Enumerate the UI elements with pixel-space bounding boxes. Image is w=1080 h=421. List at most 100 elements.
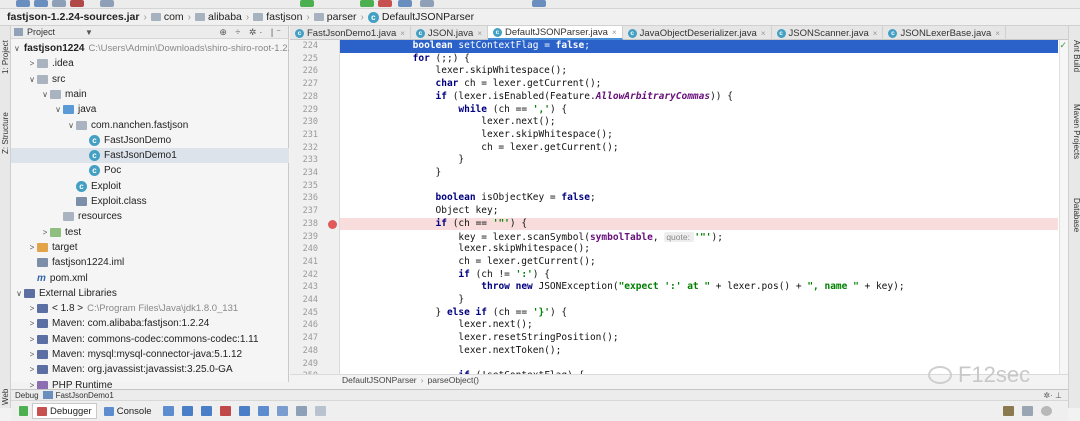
toolbar-button-icon[interactable]: [70, 0, 84, 7]
chevron-down-icon[interactable]: ∨: [40, 90, 50, 99]
tree-node[interactable]: c Poc: [11, 163, 289, 178]
chevron-right-icon[interactable]: >: [27, 350, 37, 359]
evaluate-expression-icon[interactable]: [295, 406, 307, 416]
code-line[interactable]: ch = lexer.getCurrent();: [340, 142, 1058, 155]
code-line[interactable]: Object key;: [340, 205, 1058, 218]
breadcrumb-item[interactable]: parser: [311, 9, 360, 26]
code-line[interactable]: lexer.next();: [340, 319, 1058, 332]
breakpoint-icon[interactable]: [328, 219, 337, 229]
code-line[interactable]: [340, 180, 1058, 193]
tool-tab-structure[interactable]: Z: Structure: [0, 98, 11, 168]
code-line[interactable]: lexer.nextToken();: [340, 345, 1058, 358]
code-line[interactable]: }: [340, 294, 1058, 307]
tree-node[interactable]: resources: [11, 209, 289, 224]
breadcrumb-class[interactable]: DefaultJSONParser: [342, 375, 417, 385]
toolbar-button-icon[interactable]: [16, 0, 30, 7]
project-panel-title[interactable]: Project: [27, 27, 55, 37]
breadcrumb-item[interactable]: com: [148, 9, 187, 26]
tree-node[interactable]: > test: [11, 225, 289, 240]
editor-tab[interactable]: c DefaultJSONParser.java ×: [487, 26, 623, 40]
tree-node[interactable]: fastjson1224.iml: [11, 255, 289, 270]
close-icon[interactable]: ×: [761, 29, 766, 38]
code-line[interactable]: lexer.next();: [340, 116, 1058, 129]
tree-node[interactable]: ∨ fastjson1224 C:\Users\Admin\Downloads\sh…: [11, 41, 289, 56]
chevron-down-icon[interactable]: ∨: [14, 289, 24, 298]
code-line[interactable]: }: [340, 167, 1058, 180]
tree-node[interactable]: ∨ External Libraries: [11, 286, 289, 301]
tree-node[interactable]: ∨ com.nanchen.fastjson: [11, 118, 289, 133]
tool-tab-web[interactable]: Web: [0, 388, 11, 406]
tree-node[interactable]: > Maven: commons-codec:commons-codec:1.11: [11, 332, 289, 347]
code-line[interactable]: lexer.skipWhitespace();: [340, 243, 1058, 256]
toolbar-button-icon[interactable]: [420, 0, 434, 7]
chevron-right-icon[interactable]: >: [27, 304, 37, 313]
debug-config-name[interactable]: FastJsonDemo1: [56, 391, 114, 400]
toolbar-button-icon[interactable]: [100, 0, 114, 7]
tool-tab-maven-projects[interactable]: Maven Projects: [1070, 104, 1080, 159]
layout-icon[interactable]: [1003, 406, 1014, 416]
breadcrumb-item[interactable]: alibaba: [192, 9, 245, 26]
editor-gutter[interactable]: 224 225 226 227 228 229 230 231 232 233 234 235 236 2…: [290, 40, 340, 374]
breadcrumb-item[interactable]: fastjson-1.2.24-sources.jar: [4, 9, 142, 26]
breadcrumb-item[interactable]: fastjson: [250, 9, 305, 26]
toolbar-button-icon[interactable]: [398, 0, 412, 7]
close-icon[interactable]: ×: [477, 29, 482, 38]
error-stripe[interactable]: ✓: [1059, 40, 1068, 374]
tool-tab-ant-build[interactable]: Ant Build: [1070, 40, 1080, 72]
chevron-right-icon[interactable]: >: [27, 243, 37, 252]
panel-tools[interactable]: ⊕ ÷ ✲· |⁻: [219, 27, 288, 38]
tree-node[interactable]: > < 1.8 > C:\Program Files\Java\jdk1.8.0_1…: [11, 301, 289, 316]
show-execution-point-icon[interactable]: [162, 406, 174, 416]
settings-icon[interactable]: [1041, 406, 1052, 416]
drop-frame-icon[interactable]: [257, 406, 269, 416]
tree-node[interactable]: > target: [11, 240, 289, 255]
chevron-down-icon[interactable]: ▼: [85, 28, 93, 37]
editor-tab[interactable]: c FastJsonDemo1.java ×: [290, 26, 411, 40]
tool-tab-project[interactable]: 1: Project: [0, 28, 11, 86]
force-step-into-icon[interactable]: [219, 406, 231, 416]
chevron-down-icon[interactable]: ∨: [27, 75, 37, 84]
code-line[interactable]: throw new JSONException("expect ':' at "…: [340, 281, 1058, 294]
tool-tab-database[interactable]: Database: [1070, 198, 1080, 232]
chevron-right-icon[interactable]: >: [27, 365, 37, 374]
breadcrumb-item[interactable]: c DefaultJSONParser: [365, 9, 477, 26]
code-line[interactable]: boolean isObjectKey = false;: [340, 192, 1058, 205]
chevron-right-icon[interactable]: >: [40, 228, 50, 237]
code-line[interactable]: ch = lexer.getCurrent();: [340, 256, 1058, 269]
code-line[interactable]: } else if (ch == '}') {: [340, 307, 1058, 320]
editor-tab[interactable]: c JSONLexerBase.java ×: [883, 26, 1006, 40]
tree-node[interactable]: Exploit.class: [11, 194, 289, 209]
toolbar-button-icon[interactable]: [52, 0, 66, 7]
tree-node[interactable]: > Maven: mysql:mysql-connector-java:5.1.1…: [11, 347, 289, 362]
editor-tab[interactable]: c JSONScanner.java ×: [772, 26, 884, 40]
trace-icon[interactable]: [314, 406, 326, 416]
close-icon[interactable]: ×: [995, 29, 1000, 38]
tree-node[interactable]: > Maven: org.javassist:javassist:3.25.0-G…: [11, 362, 289, 377]
chevron-down-icon[interactable]: ∨: [53, 105, 63, 114]
run-to-cursor-icon[interactable]: [276, 406, 288, 416]
code-line[interactable]: boolean setContextFlag = false;: [340, 40, 1058, 53]
code-line[interactable]: lexer.skipWhitespace();: [340, 65, 1058, 78]
step-into-icon[interactable]: [200, 406, 212, 416]
code-line[interactable]: if (ch != ':') {: [340, 269, 1058, 282]
tab-console[interactable]: Console: [99, 403, 157, 419]
code-line[interactable]: if (ch == '"') {: [340, 217, 1058, 231]
editor-tab[interactable]: c JSON.java ×: [411, 26, 488, 40]
step-out-icon[interactable]: [238, 406, 250, 416]
step-over-icon[interactable]: [181, 406, 193, 416]
chevron-right-icon[interactable]: >: [27, 335, 37, 344]
code-line[interactable]: for (;;) {: [340, 53, 1058, 66]
breadcrumb-method[interactable]: parseObject(): [427, 375, 479, 385]
code-line[interactable]: lexer.skipWhitespace();: [340, 129, 1058, 142]
code-line[interactable]: }: [340, 154, 1058, 167]
tree-node[interactable]: > Maven: com.alibaba:fastjson:1.2.24: [11, 316, 289, 331]
toolbar-button-icon[interactable]: [532, 0, 546, 7]
chevron-right-icon[interactable]: >: [27, 59, 37, 68]
code-editor[interactable]: 224 225 226 227 228 229 230 231 232 233 234 235 236 2…: [290, 40, 1068, 374]
code-line[interactable]: char ch = lexer.getCurrent();: [340, 78, 1058, 91]
tree-node[interactable]: c Exploit: [11, 179, 289, 194]
code-line[interactable]: if (lexer.isEnabled(Feature.AllowArbitra…: [340, 91, 1058, 104]
close-icon[interactable]: ×: [612, 28, 617, 37]
chevron-down-icon[interactable]: ∨: [66, 121, 76, 130]
tab-debugger[interactable]: Debugger: [32, 403, 97, 419]
